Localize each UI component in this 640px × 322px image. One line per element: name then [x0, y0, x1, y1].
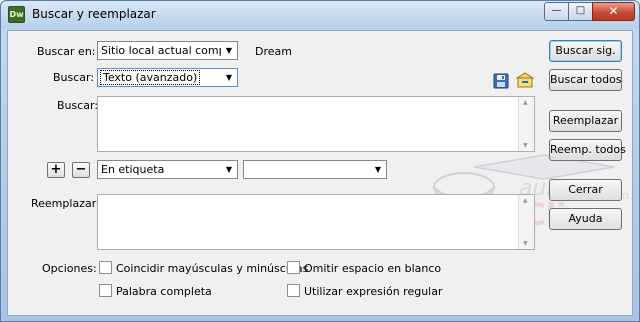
tag-condition-value: En etiqueta — [101, 163, 165, 176]
match-case-label[interactable]: Coincidir mayúsculas y minúsculas — [116, 262, 308, 275]
buscar-en-label: Buscar en: — [37, 45, 96, 58]
ignore-whitespace-label[interactable]: Omitir espacio en blanco — [304, 262, 441, 275]
buscar-type-label: Buscar: — [53, 71, 95, 84]
buscar-en-value: Sitio local actual completo — [101, 44, 238, 57]
dialog-window: Dw Buscar y reemplazar — □ ✕ Buscar en: … — [0, 0, 640, 322]
options-label: Opciones: — [42, 262, 97, 275]
find-textarea[interactable]: ▲ ▼ — [97, 96, 535, 152]
close-window-button[interactable]: ✕ — [592, 2, 635, 21]
chevron-down-icon: ▼ — [221, 42, 237, 59]
title-bar[interactable]: Dw Buscar y reemplazar — □ ✕ — [1, 1, 639, 29]
ignore-whitespace-checkbox[interactable] — [287, 261, 300, 274]
scroll-up-icon[interactable]: ▲ — [523, 197, 528, 204]
match-case-checkbox[interactable] — [99, 261, 112, 274]
find-textarea-scrollbar[interactable]: ▲ ▼ — [518, 97, 534, 151]
chevron-down-icon: ▼ — [221, 161, 237, 178]
close-button[interactable]: Cerrar — [549, 179, 622, 201]
replace-textarea[interactable]: ▲ ▼ — [97, 194, 535, 250]
find-all-button[interactable]: Buscar todos — [549, 69, 622, 91]
maximize-button[interactable]: □ — [568, 2, 593, 21]
scroll-down-icon[interactable]: ▼ — [523, 142, 528, 149]
load-query-icon[interactable] — [516, 71, 534, 89]
tag-condition-select[interactable]: En etiqueta ▼ — [97, 160, 238, 179]
chevron-down-icon: ▼ — [221, 69, 237, 86]
scroll-up-icon[interactable]: ▲ — [523, 99, 528, 106]
scroll-down-icon[interactable]: ▼ — [523, 240, 528, 247]
search-type-value: Texto (avanzado) — [99, 70, 201, 85]
help-button[interactable]: Ayuda — [549, 208, 622, 230]
search-type-select[interactable]: Texto (avanzado) ▼ — [97, 68, 238, 87]
regex-label[interactable]: Utilizar expresión regular — [304, 285, 443, 298]
add-condition-button[interactable]: + — [47, 162, 65, 178]
buscar-en-site-label: Dream — [255, 45, 292, 58]
remove-condition-button[interactable]: − — [72, 162, 90, 178]
dialog-body: Buscar en: Sitio local actual completo ▼… — [7, 30, 633, 316]
save-query-icon[interactable] — [492, 72, 510, 90]
chevron-down-icon: ▼ — [370, 161, 386, 178]
replace-all-button[interactable]: Reemp. todos — [549, 139, 626, 161]
dreamweaver-app-icon: Dw — [8, 6, 25, 23]
window-title: Buscar y reemplazar — [32, 7, 156, 21]
minimize-button[interactable]: — — [544, 2, 569, 21]
buscar-en-select[interactable]: Sitio local actual completo ▼ — [97, 41, 238, 60]
whole-word-label[interactable]: Palabra completa — [116, 285, 212, 298]
find-text-label: Buscar: — [57, 99, 99, 112]
replace-label: Reemplazar: — [31, 197, 100, 210]
regex-checkbox[interactable] — [287, 284, 300, 297]
replace-textarea-scrollbar[interactable]: ▲ ▼ — [518, 195, 534, 249]
find-next-button[interactable]: Buscar sig. — [549, 40, 622, 62]
tag-name-select[interactable]: ▼ — [243, 160, 387, 179]
whole-word-checkbox[interactable] — [99, 284, 112, 297]
replace-button[interactable]: Reemplazar — [549, 110, 622, 132]
